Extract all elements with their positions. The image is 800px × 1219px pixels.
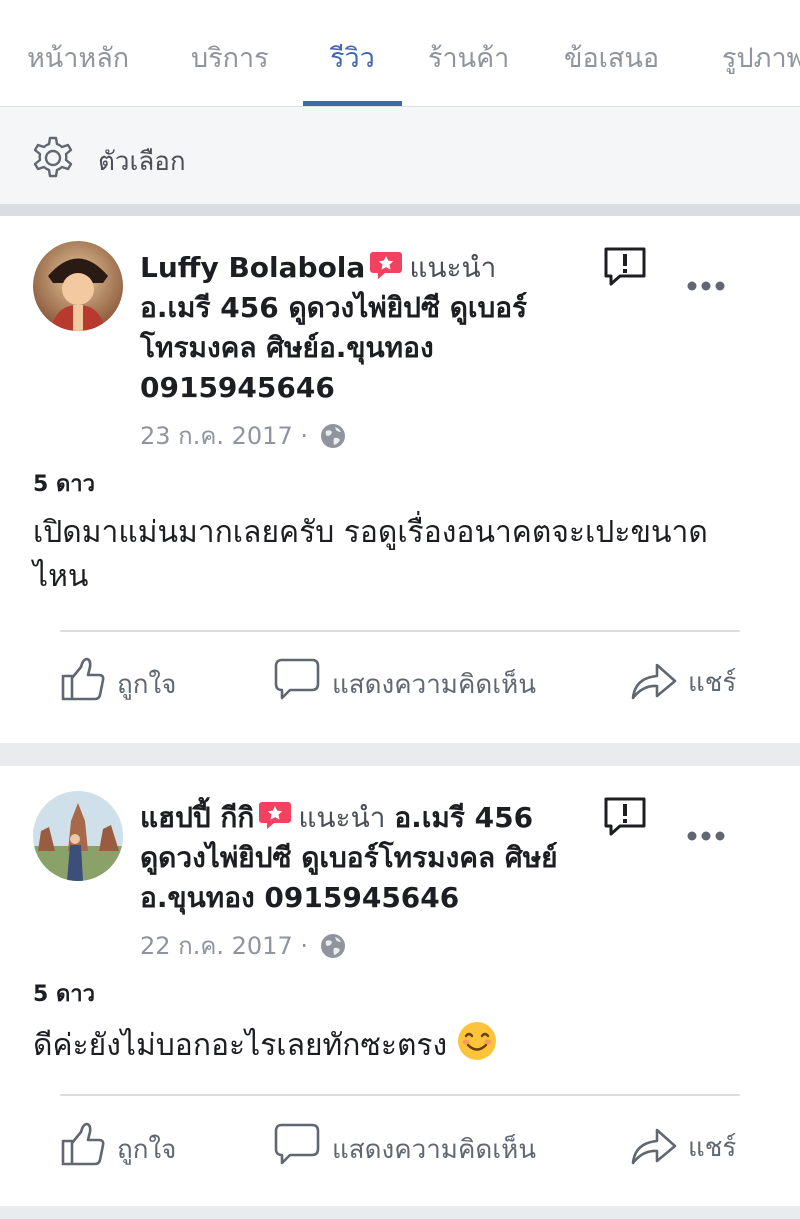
review-date[interactable]: 23 ก.ค. 2017 bbox=[140, 422, 293, 450]
tab-photos[interactable]: รูปภาพ bbox=[722, 36, 800, 79]
comment-label: แสดงความคิดเห็น bbox=[332, 1135, 537, 1165]
like-label: ถูกใจ bbox=[117, 1135, 177, 1165]
avatar[interactable] bbox=[33, 791, 123, 881]
like-button[interactable]: ถูกใจ bbox=[60, 656, 200, 706]
globe-icon bbox=[320, 424, 345, 448]
review-rating: 5 ดาว bbox=[33, 982, 95, 1007]
review-rating: 5 ดาว bbox=[33, 472, 95, 497]
page-tabs: หน้าหลัก บริการ รีวิว ร้านค้า ข้อเสนอ รู… bbox=[0, 0, 800, 106]
report-icon[interactable] bbox=[603, 246, 647, 288]
share-icon bbox=[631, 1128, 677, 1165]
tab-shop[interactable]: ร้านค้า bbox=[428, 36, 509, 79]
tab-home[interactable]: หน้าหลัก bbox=[27, 36, 129, 79]
comment-button[interactable]: แสดงความคิดเห็น bbox=[274, 656, 564, 706]
reviewer-name[interactable]: แฮปปี้ กีกิ bbox=[140, 801, 254, 834]
review-card: Luffy Bolabola แนะนำ อ.เมรี 456 ดูดวงไพ่ย… bbox=[0, 216, 800, 743]
options-bar[interactable]: ตัวเลือก bbox=[0, 106, 800, 204]
thumbs-up-icon bbox=[61, 657, 105, 701]
share-button[interactable]: แชร์ bbox=[630, 656, 760, 706]
share-label: แชร์ bbox=[688, 1133, 737, 1163]
action-divider bbox=[60, 630, 740, 632]
recommend-icon bbox=[370, 252, 403, 279]
share-label: แชร์ bbox=[688, 668, 737, 698]
meta-separator: · bbox=[300, 422, 308, 450]
options-label: ตัวเลือก bbox=[98, 147, 186, 177]
avatar-image bbox=[33, 791, 123, 881]
recommends-label: แนะนำ bbox=[409, 251, 497, 284]
tab-offers[interactable]: ข้อเสนอ bbox=[564, 36, 659, 79]
avatar-image bbox=[33, 241, 123, 331]
avatar[interactable] bbox=[33, 241, 123, 331]
more-options-icon[interactable] bbox=[686, 829, 726, 843]
recommend-icon bbox=[259, 802, 292, 829]
like-label: ถูกใจ bbox=[117, 670, 177, 700]
smiling-face-emoji-icon bbox=[457, 1022, 496, 1060]
more-options-icon[interactable] bbox=[686, 279, 726, 293]
recommends-label: แนะนำ bbox=[298, 801, 386, 834]
review-text: เปิดมาแม่นมากเลยครับ รอดูเรื่องอนาคตจะเป… bbox=[33, 515, 708, 594]
share-button[interactable]: แชร์ bbox=[630, 1121, 760, 1171]
comment-icon bbox=[274, 1123, 320, 1165]
comment-button[interactable]: แสดงความคิดเห็น bbox=[274, 1121, 564, 1171]
comment-label: แสดงความคิดเห็น bbox=[332, 670, 537, 700]
review-date[interactable]: 22 ก.ค. 2017 bbox=[140, 932, 293, 960]
review-card: แฮปปี้ กีกิ แนะนำ อ.เมรี 456 ดูดวงไพ่ยิปซ… bbox=[0, 766, 800, 1206]
gear-icon bbox=[33, 136, 73, 178]
review-body: ดีค่ะยังไม่บอกอะไรเลยทักซะตรง bbox=[33, 1021, 753, 1068]
share-icon bbox=[631, 663, 677, 700]
review-meta: 22 ก.ค. 2017 · bbox=[140, 926, 346, 965]
tab-reviews[interactable]: รีวิว bbox=[330, 36, 375, 79]
tab-services[interactable]: บริการ bbox=[191, 36, 269, 79]
review-header: แฮปปี้ กีกิ แนะนำ อ.เมรี 456 ดูดวงไพ่ยิปซ… bbox=[140, 798, 570, 918]
review-text: ดีค่ะยังไม่บอกอะไรเลยทักซะตรง bbox=[33, 1028, 448, 1063]
action-divider bbox=[60, 1094, 740, 1096]
reviewer-name[interactable]: Luffy Bolabola bbox=[140, 251, 365, 284]
thumbs-up-icon bbox=[61, 1122, 105, 1166]
meta-separator: · bbox=[300, 932, 308, 960]
section-divider bbox=[0, 204, 800, 216]
report-icon[interactable] bbox=[603, 796, 647, 838]
like-button[interactable]: ถูกใจ bbox=[60, 1121, 200, 1171]
recommended-page-name[interactable]: อ.เมรี 456 ดูดวงไพ่ยิปซี ดูเบอร์โทรมงคล … bbox=[140, 291, 527, 404]
review-meta: 23 ก.ค. 2017 · bbox=[140, 416, 346, 455]
comment-icon bbox=[274, 658, 320, 700]
review-header: Luffy Bolabola แนะนำ อ.เมรี 456 ดูดวงไพ่ย… bbox=[140, 248, 570, 408]
globe-icon bbox=[320, 934, 345, 958]
